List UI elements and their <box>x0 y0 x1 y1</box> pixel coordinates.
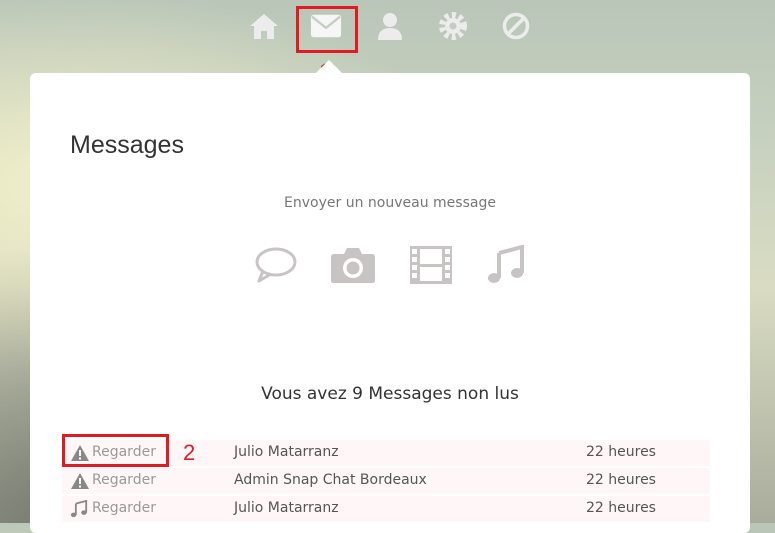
top-navigation <box>0 0 775 60</box>
sender-name: Julio Matarranz <box>234 444 339 460</box>
camera-icon[interactable] <box>329 243 377 287</box>
film-icon[interactable] <box>407 243 455 287</box>
music-icon[interactable] <box>482 243 530 287</box>
view-message-link[interactable]: Regarder <box>92 472 156 488</box>
highlight-box-1 <box>296 6 358 53</box>
panel-caret <box>316 60 342 73</box>
message-row[interactable]: Regarder Julio Matarranz 22 heures <box>62 496 710 522</box>
user-icon[interactable] <box>374 10 406 42</box>
page-title: Messages <box>70 131 184 159</box>
message-time: 22 heures <box>586 472 656 488</box>
speech-bubble-icon[interactable] <box>252 243 300 287</box>
sender-name: Julio Matarranz <box>234 500 339 516</box>
warning-icon <box>70 472 90 490</box>
annotation-number-2: 2 <box>183 440 196 465</box>
message-time: 22 heures <box>586 500 656 516</box>
message-row[interactable]: Regarder Admin Snap Chat Bordeaux 22 heu… <box>62 468 710 494</box>
gear-icon[interactable] <box>437 10 469 42</box>
home-icon[interactable] <box>248 10 280 42</box>
sender-name: Admin Snap Chat Bordeaux <box>234 472 427 488</box>
ban-icon[interactable] <box>500 10 532 42</box>
message-time: 22 heures <box>586 444 656 460</box>
music-icon <box>70 500 88 518</box>
highlight-box-2 <box>62 434 169 467</box>
send-new-message-label: Envoyer un nouveau message <box>284 195 496 211</box>
unread-count-text: Vous avez 9 Messages non lus <box>261 384 519 404</box>
view-message-link[interactable]: Regarder <box>92 500 156 516</box>
